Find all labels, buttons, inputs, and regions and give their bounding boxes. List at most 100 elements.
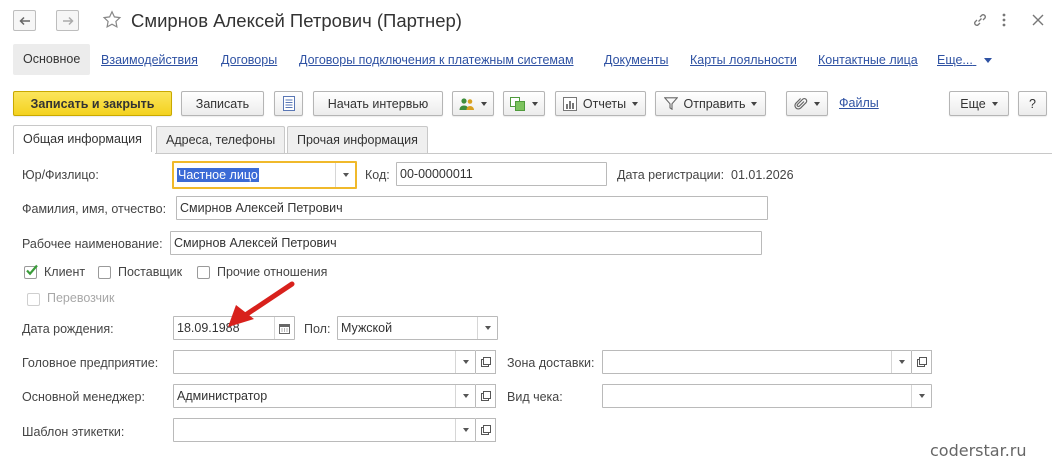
receipt-type-dropdown[interactable] [911,385,931,407]
document-list-button[interactable] [274,91,303,116]
carrier-label: Перевозчик [47,291,115,305]
chevron-down-icon [984,58,993,64]
document-list-icon [282,96,295,111]
link-button[interactable] [969,9,991,31]
supplier-checkbox[interactable] [98,266,111,279]
code-field[interactable]: 00-00000011 [396,162,607,186]
checkmark-icon [26,264,38,276]
receipt-type-label: Вид чека: [507,390,563,404]
link-icon [974,14,986,26]
nav-more-label: Еще... [937,53,973,67]
save-label: Записать [195,96,250,111]
help-label: ? [1029,96,1036,111]
receipt-type-select[interactable] [602,384,932,408]
main-manager-open-button[interactable] [476,384,496,408]
chevron-down-icon [814,101,820,106]
work-name-label: Рабочее наименование: [22,237,163,251]
files-link[interactable]: Файлы [839,96,879,110]
gender-select[interactable]: Мужской [337,316,498,340]
supplier-label: Поставщик [118,265,183,279]
save-and-close-button[interactable]: Записать и закрыть [13,91,172,116]
start-interview-button[interactable]: Начать интервью [313,91,443,116]
delivery-zone-select[interactable] [602,350,912,374]
nav-payment-contracts[interactable]: Договоры подключения к платежным система… [299,53,574,67]
nav-interactions[interactable]: Взаимодействия [101,53,198,67]
legal-type-select[interactable]: Частное лицо [172,161,357,189]
chevron-down-icon [898,360,905,364]
nav-contact-persons[interactable]: Контактные лица [818,53,918,67]
attachments-button[interactable] [786,91,828,116]
main-manager-dropdown[interactable] [455,385,475,407]
client-checkbox[interactable] [24,264,38,279]
label-template-dropdown[interactable] [455,419,475,441]
red-arrow-annotation [228,281,295,327]
create-based-on-icon [510,96,525,111]
reports-button[interactable]: Отчеты [555,91,646,116]
legal-type-label: Юр/Физлицо: [22,168,99,182]
delivery-zone-dropdown[interactable] [891,351,911,373]
more-button[interactable]: Еще [949,91,1009,116]
close-button[interactable] [1027,9,1049,31]
chevron-down-icon [918,394,925,398]
carrier-checkbox [27,293,40,306]
birth-date-label: Дата рождения: [22,322,114,336]
more-vertical-button[interactable] [996,9,1012,31]
back-button[interactable] [13,10,36,31]
page-title: Смирнов Алексей Петрович (Партнер) [131,10,462,31]
chevron-down-icon [462,360,469,364]
delivery-zone-open-button[interactable] [912,350,932,374]
chevron-down-icon [462,394,469,398]
full-name-field[interactable]: Смирнов Алексей Петрович [176,196,768,220]
send-icon [663,97,678,110]
label-template-select[interactable] [173,418,476,442]
work-name-field[interactable]: Смирнов Алексей Петрович [170,231,762,255]
create-based-on-button[interactable] [503,91,545,116]
chevron-down-icon [991,101,998,106]
chevron-down-icon [532,101,538,106]
chevron-down-icon [481,101,487,106]
main-manager-value: Администратор [177,389,268,403]
open-icon [480,357,491,367]
save-and-close-label: Записать и закрыть [30,96,155,111]
chevron-down-icon [342,173,349,177]
head-company-select[interactable] [173,350,476,374]
forward-button[interactable] [56,10,79,31]
gender-dropdown[interactable] [477,317,497,339]
legal-type-dropdown[interactable] [335,163,355,187]
head-company-open-button[interactable] [476,350,496,374]
favorite-star-button[interactable] [100,8,124,32]
arrow-left-icon [18,16,30,25]
delivery-zone-label: Зона доставки: [507,356,595,370]
save-button[interactable]: Записать [181,91,264,116]
tab-other-info[interactable]: Прочая информация [287,126,428,153]
other-relations-checkbox[interactable] [197,266,210,279]
code-label: Код: [365,168,390,182]
send-button[interactable]: Отправить [655,91,766,116]
head-company-dropdown[interactable] [455,351,475,373]
nav-contracts[interactable]: Договоры [221,53,277,67]
head-company-label: Головное предприятие: [22,356,159,370]
nav-loyalty-cards[interactable]: Карты лояльности [690,53,797,67]
tab-general[interactable]: Общая информация [13,125,152,154]
chevron-down-icon [462,428,469,432]
full-name-label: Фамилия, имя, отчество: [22,202,167,216]
reports-icon [562,96,577,111]
chevron-down-icon [751,101,758,106]
help-button[interactable]: ? [1018,91,1047,116]
open-icon [480,425,491,435]
nav-main[interactable]: Основное [13,44,91,75]
more-label: Еще [960,96,986,111]
client-label: Клиент [44,265,86,279]
start-interview-label: Начать интервью [327,96,429,111]
label-template-open-button[interactable] [476,418,496,442]
nav-more[interactable]: Еще... [937,53,993,67]
users-menu-button[interactable] [452,91,494,116]
reg-date-label: Дата регистрации: [617,168,725,182]
tab-addresses-phones[interactable]: Адреса, телефоны [156,126,286,153]
chevron-down-icon [632,101,639,106]
reg-date-value: 01.01.2026 [731,168,794,182]
other-relations-label: Прочие отношения [217,265,328,279]
legal-type-value: Частное лицо [177,168,259,182]
main-manager-select[interactable]: Администратор [173,384,476,408]
nav-documents[interactable]: Документы [604,53,668,67]
